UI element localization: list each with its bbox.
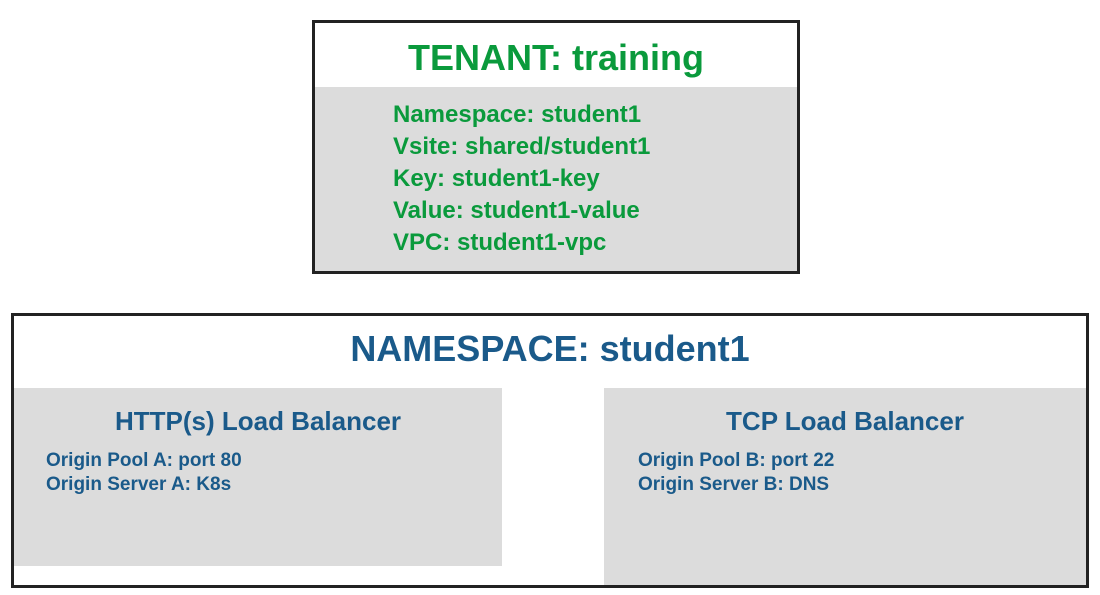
tenant-vsite-line: Vsite: shared/student1: [393, 133, 651, 160]
tenant-details-panel: Namespace: student1 Vsite: shared/studen…: [315, 87, 797, 271]
namespace-title: NAMESPACE: student1: [350, 328, 750, 369]
http-load-balancer-panel: HTTP(s) Load Balancer Origin Pool A: por…: [14, 388, 502, 566]
tenant-title: TENANT: training: [408, 37, 704, 78]
origin-pool-a-line: Origin Pool A: port 80: [46, 450, 242, 471]
tenant-box: TENANT: training Namespace: student1 Vsi…: [312, 20, 800, 274]
tenant-value-line: Value: student1-value: [393, 197, 640, 224]
namespace-box: NAMESPACE: student1 HTTP(s) Load Balance…: [11, 313, 1089, 588]
http-load-balancer-title: HTTP(s) Load Balancer: [114, 406, 402, 436]
origin-server-a-line: Origin Server A: K8s: [46, 474, 232, 495]
tenant-namespace-line: Namespace: student1: [393, 101, 642, 128]
tcp-load-balancer-panel: TCP Load Balancer Origin Pool B: port 22…: [604, 388, 1086, 585]
tenant-key-line: Key: student1-key: [393, 165, 600, 192]
origin-server-b-line: Origin Server B: DNS: [638, 474, 830, 495]
tenant-vpc-line: VPC: student1-vpc: [393, 229, 607, 256]
tenant-details-list: Namespace: student1 Vsite: shared/studen…: [393, 99, 650, 259]
tcp-load-balancer-title: TCP Load Balancer: [726, 406, 964, 436]
http-load-balancer-details: Origin Pool A: port 80 Origin Server A: …: [46, 449, 242, 497]
tcp-load-balancer-details: Origin Pool B: port 22 Origin Server B: …: [638, 449, 834, 497]
origin-pool-b-line: Origin Pool B: port 22: [638, 450, 835, 471]
